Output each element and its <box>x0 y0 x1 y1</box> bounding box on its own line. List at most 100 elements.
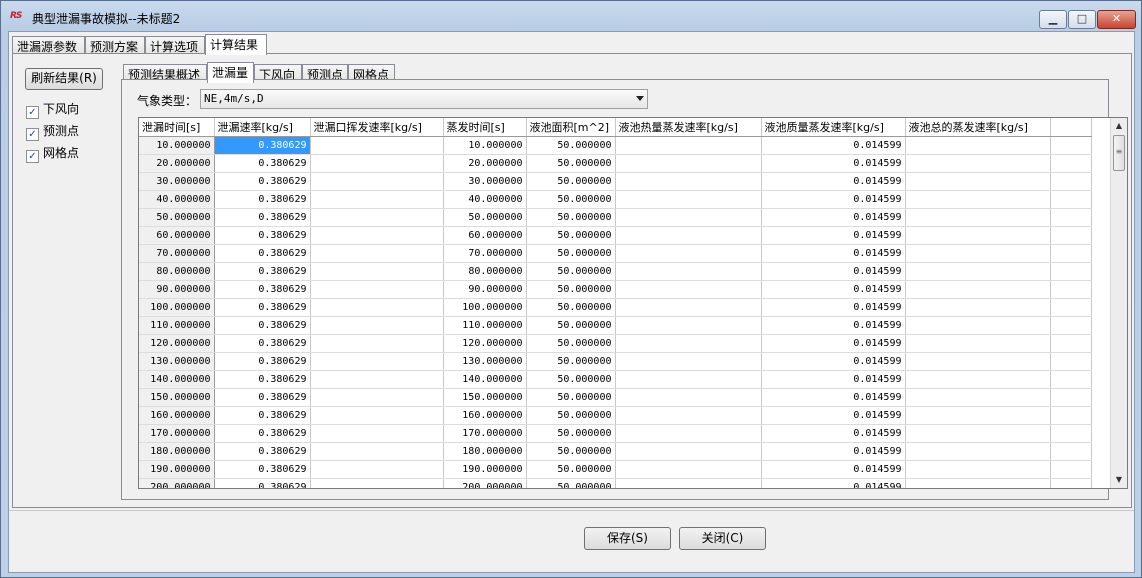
table-cell[interactable]: 140.000000 <box>443 370 527 389</box>
table-cell[interactable] <box>1050 190 1092 209</box>
table-cell[interactable]: 140.000000 <box>139 370 215 389</box>
table-cell[interactable] <box>310 406 444 425</box>
table-cell[interactable] <box>615 406 762 425</box>
table-row[interactable]: 170.000000 0.380629 170.000000 50.000000 0.0… <box>139 424 1092 443</box>
table-cell[interactable]: 180.000000 <box>443 442 527 461</box>
table-cell[interactable] <box>905 136 1051 155</box>
column-header[interactable]: 泄漏口挥发速率[kg/s] <box>310 118 444 137</box>
checkbox-prediction-points[interactable]: ✓ 预测点 <box>26 122 79 141</box>
table-cell[interactable] <box>310 442 444 461</box>
table-cell[interactable]: 50.000000 <box>526 262 616 281</box>
table-cell[interactable]: 0.014599 <box>761 424 906 443</box>
column-header[interactable]: 蒸发时间[s] <box>443 118 527 137</box>
table-cell[interactable] <box>905 424 1051 443</box>
checkbox-grid-points[interactable]: ✓ 网格点 <box>26 144 79 163</box>
table-cell[interactable]: 50.000000 <box>526 244 616 263</box>
table-row[interactable]: 110.000000 0.380629 110.000000 50.000000 0.0… <box>139 316 1092 335</box>
table-cell[interactable]: 0.014599 <box>761 442 906 461</box>
table-cell[interactable]: 0.014599 <box>761 154 906 173</box>
column-header[interactable]: 液池总的蒸发速率[kg/s] <box>905 118 1051 137</box>
table-cell[interactable]: 0.380629 <box>214 136 311 155</box>
table-cell[interactable]: 80.000000 <box>139 262 215 281</box>
table-cell[interactable]: 180.000000 <box>139 442 215 461</box>
table-cell[interactable]: 0.380629 <box>214 262 311 281</box>
table-cell[interactable] <box>1050 352 1092 371</box>
table-cell[interactable] <box>905 370 1051 389</box>
table-cell[interactable]: 50.000000 <box>526 424 616 443</box>
checkbox-checked-icon[interactable]: ✓ <box>26 106 39 119</box>
table-row[interactable]: 20.000000 0.380629 20.000000 50.000000 0.014… <box>139 154 1092 173</box>
table-cell[interactable] <box>1050 154 1092 173</box>
table-cell[interactable]: 50.000000 <box>526 226 616 245</box>
table-cell[interactable]: 0.380629 <box>214 280 311 299</box>
table-cell[interactable]: 50.000000 <box>526 406 616 425</box>
table-cell[interactable] <box>615 226 762 245</box>
close-window-button[interactable]: ✕ <box>1097 10 1136 29</box>
table-cell[interactable] <box>905 478 1051 488</box>
table-cell[interactable] <box>905 190 1051 209</box>
table-cell[interactable]: 170.000000 <box>443 424 527 443</box>
column-header[interactable]: 泄漏时间[s] <box>139 118 215 137</box>
tab-leak-source-params[interactable]: 泄漏源参数 <box>12 36 85 54</box>
save-button[interactable]: 保存(S) <box>584 527 671 550</box>
table-cell[interactable]: 0.014599 <box>761 136 906 155</box>
table-cell[interactable] <box>1050 478 1092 488</box>
table-cell[interactable] <box>310 244 444 263</box>
table-cell[interactable] <box>615 298 762 317</box>
table-cell[interactable] <box>905 262 1051 281</box>
close-button[interactable]: 关闭(C) <box>679 527 766 550</box>
table-cell[interactable] <box>1050 172 1092 191</box>
table-cell[interactable] <box>310 172 444 191</box>
column-header[interactable] <box>1050 118 1092 137</box>
table-cell[interactable] <box>310 460 444 479</box>
table-cell[interactable]: 50.000000 <box>526 370 616 389</box>
tab-calc-results[interactable]: 计算结果 <box>205 34 267 55</box>
table-cell[interactable]: 0.380629 <box>214 190 311 209</box>
table-cell[interactable] <box>1050 280 1092 299</box>
table-cell[interactable]: 10.000000 <box>443 136 527 155</box>
table-cell[interactable] <box>905 388 1051 407</box>
table-cell[interactable]: 130.000000 <box>139 352 215 371</box>
table-cell[interactable] <box>1050 442 1092 461</box>
table-cell[interactable]: 0.380629 <box>214 478 311 488</box>
table-cell[interactable] <box>615 478 762 488</box>
table-cell[interactable] <box>615 334 762 353</box>
table-cell[interactable]: 130.000000 <box>443 352 527 371</box>
table-row[interactable]: 150.000000 0.380629 150.000000 50.000000 0.0… <box>139 388 1092 407</box>
table-row[interactable]: 60.000000 0.380629 60.000000 50.000000 0.014… <box>139 226 1092 245</box>
table-cell[interactable] <box>1050 388 1092 407</box>
column-header[interactable]: 液池热量蒸发速率[kg/s] <box>615 118 762 137</box>
table-cell[interactable]: 50.000000 <box>526 316 616 335</box>
table-cell[interactable]: 160.000000 <box>443 406 527 425</box>
table-cell[interactable]: 120.000000 <box>139 334 215 353</box>
table-cell[interactable]: 0.380629 <box>214 424 311 443</box>
table-cell[interactable] <box>1050 262 1092 281</box>
vertical-scrollbar[interactable]: ▲ ≡ ▼ <box>1110 118 1127 488</box>
table-cell[interactable]: 70.000000 <box>443 244 527 263</box>
table-cell[interactable]: 20.000000 <box>443 154 527 173</box>
table-cell[interactable]: 150.000000 <box>139 388 215 407</box>
table-row[interactable]: 90.000000 0.380629 90.000000 50.000000 0.014… <box>139 280 1092 299</box>
table-cell[interactable] <box>615 352 762 371</box>
table-row[interactable]: 100.000000 0.380629 100.000000 50.000000 0.0… <box>139 298 1092 317</box>
table-cell[interactable]: 0.014599 <box>761 334 906 353</box>
table-cell[interactable]: 160.000000 <box>139 406 215 425</box>
table-row[interactable]: 10.000000 0.380629 10.000000 50.000000 0.014… <box>139 136 1092 155</box>
tab-leak-amount[interactable]: 泄漏量 <box>207 62 254 83</box>
table-cell[interactable]: 170.000000 <box>139 424 215 443</box>
table-cell[interactable] <box>1050 334 1092 353</box>
column-header[interactable]: 液池面积[m^2] <box>526 118 616 137</box>
table-cell[interactable]: 50.000000 <box>526 154 616 173</box>
table-cell[interactable] <box>905 208 1051 227</box>
table-cell[interactable]: 60.000000 <box>443 226 527 245</box>
table-cell[interactable] <box>1050 298 1092 317</box>
table-cell[interactable]: 0.014599 <box>761 226 906 245</box>
weather-type-select[interactable]: NE,4m/s,D <box>200 89 648 109</box>
table-cell[interactable] <box>615 172 762 191</box>
table-cell[interactable]: 0.380629 <box>214 406 311 425</box>
table-cell[interactable]: 30.000000 <box>443 172 527 191</box>
column-header[interactable]: 泄漏速率[kg/s] <box>214 118 311 137</box>
table-cell[interactable]: 50.000000 <box>526 190 616 209</box>
table-row[interactable]: 180.000000 0.380629 180.000000 50.000000 0.0… <box>139 442 1092 461</box>
table-cell[interactable] <box>905 406 1051 425</box>
